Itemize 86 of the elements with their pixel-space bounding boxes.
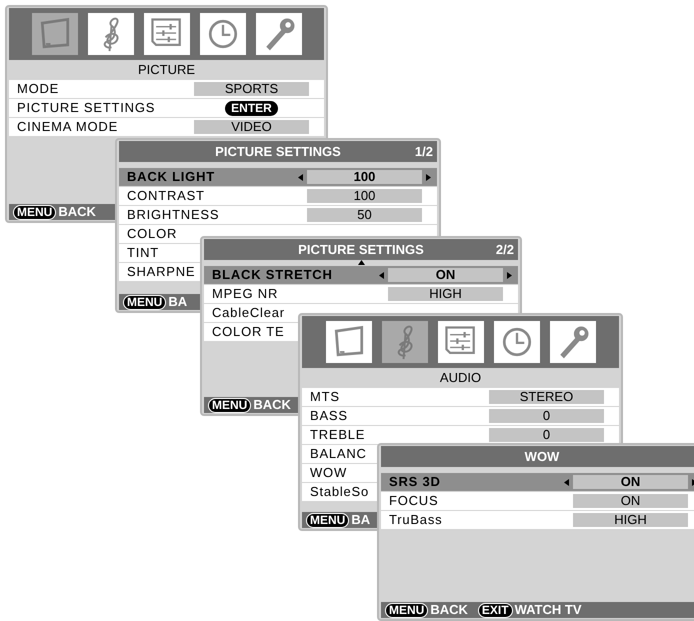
menu-tab[interactable] xyxy=(494,321,540,363)
menu-tab[interactable] xyxy=(144,13,190,55)
footer-hint: BA xyxy=(351,513,370,527)
footer-hint: WATCH TV xyxy=(514,603,582,617)
row-label: BALANC xyxy=(310,445,367,464)
value-box: VIDEO xyxy=(194,120,309,134)
row-label: BRIGHTNESS xyxy=(127,206,220,224)
menu-row[interactable]: BACK LIGHT 100 xyxy=(119,168,437,186)
menu-title: PICTURE SETTINGS xyxy=(215,142,341,161)
menu-title: AUDIO xyxy=(440,369,482,388)
right-arrow-icon xyxy=(426,174,431,180)
menu-tab[interactable] xyxy=(438,321,484,363)
treble-clef-icon xyxy=(100,15,120,53)
menu-tab[interactable] xyxy=(32,13,78,55)
menu-tab[interactable] xyxy=(326,321,372,363)
footer-hint: BACK xyxy=(253,398,291,412)
menu-tab[interactable] xyxy=(200,13,246,55)
page-number: 1/2 xyxy=(414,142,433,161)
row-label: TREBLE xyxy=(310,426,366,444)
footer-hint: BA xyxy=(168,295,188,309)
value-box: HIGH xyxy=(573,513,688,527)
menu-tab[interactable] xyxy=(550,321,596,363)
menu-tab[interactable] xyxy=(256,13,302,55)
row-label: COLOR TE xyxy=(212,323,284,342)
row-label: SHARPNE xyxy=(127,263,196,282)
row-label: WOW xyxy=(310,464,347,482)
value-box: 100 xyxy=(307,189,422,203)
menu-row[interactable]: MPEG NR HIGH xyxy=(204,285,518,303)
menu-row[interactable]: MTS STEREO xyxy=(302,388,619,406)
menu-row[interactable]: SRS 3D ON xyxy=(381,473,694,491)
menu-row[interactable]: BASS 0 xyxy=(302,407,619,425)
menu-row[interactable]: CINEMA MODE VIDEO xyxy=(9,118,324,136)
key-label: MENU xyxy=(208,398,252,412)
row-label: TruBass xyxy=(389,511,442,530)
menu-title: WOW xyxy=(524,448,560,466)
row-label: BLACK STRETCH xyxy=(212,266,333,284)
row-label: MODE xyxy=(17,80,60,98)
key-label: MENU xyxy=(306,512,350,528)
menu-title: PICTURE SETTINGS xyxy=(298,240,424,259)
left-arrow-icon xyxy=(379,272,384,278)
enter-button[interactable]: ENTER xyxy=(194,100,309,116)
key-label: MENU xyxy=(13,204,56,220)
row-label: BACK LIGHT xyxy=(127,168,215,186)
menu-tab[interactable] xyxy=(88,13,134,55)
row-label: SRS 3D xyxy=(389,473,441,492)
row-label: MPEG NR xyxy=(212,285,278,304)
row-label: BASS xyxy=(310,407,348,426)
row-label: MTS xyxy=(310,388,340,406)
footer-hint: BACK xyxy=(430,603,468,617)
page-number: 2/2 xyxy=(496,240,514,259)
menu-row[interactable]: FOCUS ON xyxy=(381,492,694,510)
row-label: CONTRAST xyxy=(127,187,205,206)
footer-hint: BACK xyxy=(58,205,96,219)
menu-row[interactable]: PICTURE SETTINGS ENTER xyxy=(9,99,324,117)
row-label: CableClear xyxy=(212,304,285,322)
menu-row[interactable]: MODE SPORTS xyxy=(9,80,324,98)
value-box: HIGH xyxy=(388,287,503,301)
row-label: CINEMA MODE xyxy=(17,118,118,136)
menu-row[interactable]: TREBLE 0 xyxy=(302,426,619,444)
value-box: 0 xyxy=(489,409,604,423)
value-box: STEREO xyxy=(489,390,604,404)
key-label: EXIT xyxy=(478,602,513,618)
row-label: StableSo xyxy=(310,483,370,502)
value-box: 0 xyxy=(489,428,604,442)
value-box: SPORTS xyxy=(194,82,309,96)
row-label: PICTURE SETTINGS xyxy=(17,99,156,118)
key-label: MENU xyxy=(123,294,166,310)
value-box: ON xyxy=(388,268,503,282)
menu-row[interactable]: TruBass HIGH xyxy=(381,511,694,529)
row-label: COLOR xyxy=(127,225,178,244)
row-label: FOCUS xyxy=(389,492,438,510)
right-arrow-icon xyxy=(507,272,512,278)
row-label: TINT xyxy=(127,244,160,262)
left-arrow-icon xyxy=(564,478,569,486)
key-label: MENU xyxy=(385,602,428,618)
menu-row[interactable]: BLACK STRETCH ON xyxy=(204,266,518,284)
value-box: 100 xyxy=(307,170,422,184)
value-box: ON xyxy=(573,475,688,489)
menu-row[interactable]: CONTRAST 100 xyxy=(119,187,437,205)
value-box: ON xyxy=(573,494,688,508)
value-box: 50 xyxy=(307,208,422,222)
treble-clef-icon xyxy=(394,323,414,361)
menu-title: PICTURE xyxy=(138,61,196,80)
left-arrow-icon xyxy=(298,174,303,180)
menu-tab[interactable] xyxy=(382,321,428,363)
menu-row[interactable]: BRIGHTNESS 50 xyxy=(119,206,437,224)
